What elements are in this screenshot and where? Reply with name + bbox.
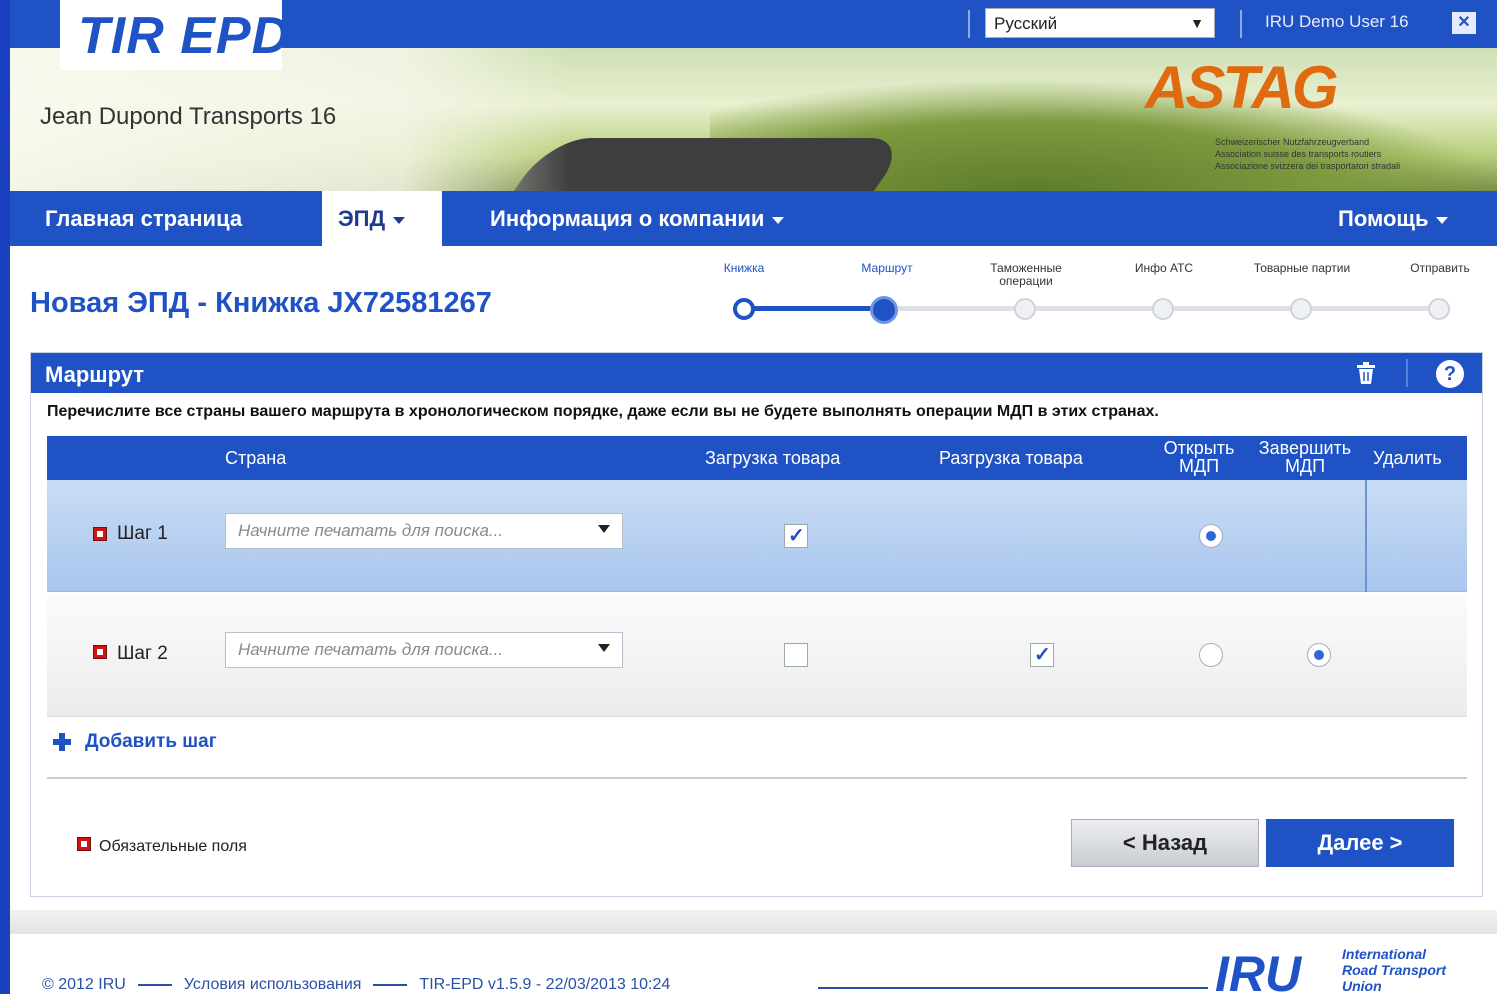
route-panel: Маршрут ? Перечислите все страны вашего … [30,352,1483,897]
col-country: Страна [225,448,287,468]
required-icon [93,527,107,541]
panel-header: Маршрут ? [31,353,1482,393]
step-label-route[interactable]: Маршрут [827,262,947,275]
version-text: TIR-EPD v1.5.9 - 22/03/2013 10:24 [419,976,671,993]
language-value: Русский [994,14,1058,33]
nav-help-label: Помощь [1338,206,1429,231]
step-label: Шаг 2 [117,643,168,664]
app-frame: Русский ▼ IRU Demo User 16 ✕ Jean Dupond… [10,0,1497,994]
main-nav: Главная страница ЭПД Информация о компан… [10,191,1497,246]
logout-icon[interactable]: ✕ [1452,12,1476,34]
back-button[interactable]: < Назад [1071,819,1259,867]
footer-links: © 2012 IRU Условия использования TIR-EPD v… [42,976,670,994]
chevron-down-icon: ▼ [1190,15,1204,31]
copyright: © 2012 IRU [42,976,126,993]
company-name: Jean Dupond Transports 16 [40,103,337,130]
nav-help[interactable]: Помощь [1338,191,1449,246]
step-label: Шаг 1 [117,523,168,544]
step-label-customs: Таможенные операции [990,261,1062,288]
terms-link[interactable]: Условия использования [184,976,362,993]
step-label-send: Отправить [1410,261,1470,275]
partner-logo: ASTAG [1145,54,1339,121]
divider [1406,359,1408,387]
step-dot-booklet[interactable] [733,298,755,320]
step-dot-route[interactable] [870,296,898,324]
nav-home[interactable]: Главная страница [45,191,242,246]
footer-band [10,910,1497,934]
add-step-link[interactable]: Добавить шаг [85,731,217,753]
step-dot-send [1428,298,1450,320]
country-combo[interactable]: Начните печатать для поиска... [225,513,623,549]
step-dot-customs [1014,298,1036,320]
required-legend: Обязательные поля [99,838,247,855]
chevron-down-icon [393,216,406,224]
next-button[interactable]: Далее > [1266,819,1454,867]
open-tir-radio[interactable] [1199,643,1223,667]
iru-name: International Road Transport Union [1342,946,1446,994]
step-label-ats-info: Инфо АТС [1134,261,1194,275]
required-icon [77,837,91,851]
help-icon[interactable]: ? [1436,360,1464,388]
partner-tagline: Schweizerischer Nutzfahrzeugverband Asso… [1215,137,1401,171]
chevron-down-icon [772,216,785,224]
divider [818,987,1208,989]
table-row: Шаг 2 Начните печатать для поиска... [47,593,1467,717]
table-row: Шаг 1 Начните печатать для поиска... [47,480,1467,592]
col-unloading: Разгрузка товара [939,448,1083,468]
chevron-down-icon[interactable] [598,644,610,652]
nav-epd-label: ЭПД [338,206,386,231]
country-placeholder: Начните печатать для поиска... [238,640,504,659]
panel-title: Маршрут [45,362,145,387]
col-close-tir: Завершить МДП [1258,438,1352,476]
nav-company-info-label: Информация о компании [490,206,765,231]
trash-icon[interactable] [1353,361,1379,385]
loading-checkbox[interactable] [784,523,808,548]
user-name: IRU Demo User 16 [1265,12,1409,31]
col-loading: Загрузка товара [705,448,841,468]
loading-checkbox[interactable] [784,643,808,667]
divider [47,777,1467,779]
chevron-down-icon[interactable] [598,525,610,533]
iru-logo: IRU [1215,946,1302,994]
nav-company-info[interactable]: Информация о компании [490,191,785,246]
plus-icon[interactable] [53,733,71,751]
required-icon [93,645,107,659]
divider [1365,480,1367,592]
open-tir-radio[interactable] [1199,524,1223,548]
divider [1240,10,1242,38]
tir-epd-logo[interactable]: TIR EPD [78,6,290,66]
language-select[interactable]: Русский ▼ [985,8,1215,38]
close-tir-radio[interactable] [1307,643,1331,667]
table-header: Страна Загрузка товара Разгрузка товара … [47,436,1467,480]
divider [968,10,970,38]
col-delete: Удалить [1373,448,1442,468]
chevron-down-icon [1436,216,1449,224]
nav-epd[interactable]: ЭПД [322,191,442,246]
country-placeholder: Начните печатать для поиска... [238,521,504,540]
unloading-checkbox[interactable] [1030,642,1054,667]
col-open-tir: Открыть МДП [1163,438,1235,476]
step-label-consignments: Товарные партии [1253,261,1351,275]
step-track-done [744,306,884,311]
step-dot-consignments [1290,298,1312,320]
step-dot-ats-info [1152,298,1174,320]
instruction-text: Перечислите все страны вашего маршрута в… [47,403,1159,420]
country-combo[interactable]: Начните печатать для поиска... [225,632,623,668]
step-label-booklet[interactable]: Книжка [684,262,804,275]
page-title: Новая ЭПД - Книжка JX72581267 [30,287,492,319]
